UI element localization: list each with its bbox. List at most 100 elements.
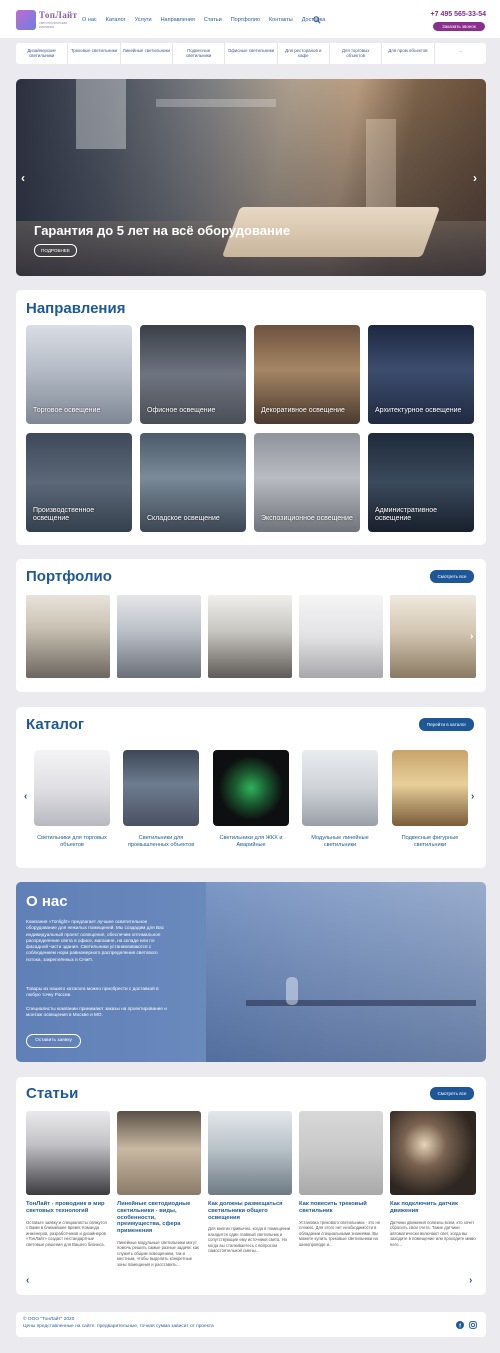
nav-item-about[interactable]: О нас (82, 17, 97, 23)
portfolio-section: Портфолио Смотреть все › (16, 559, 486, 692)
article-title[interactable]: Как подключить датчик движения (390, 1201, 476, 1215)
direction-label: Складское освещение (147, 515, 220, 522)
nav-item-articles[interactable]: Статьи (204, 17, 222, 23)
article-card[interactable]: Как подключить датчик движения Датчики д… (390, 1111, 476, 1247)
catalog-item-industrial[interactable]: Светильники для промышленных объектов (123, 750, 199, 849)
portfolio-image[interactable] (117, 595, 201, 678)
catalog-item-image (213, 750, 289, 826)
catalog-section: Каталог Перейти в каталог ‹ Светильники … (16, 707, 486, 868)
direction-label: Производственное освещение (33, 507, 95, 522)
articles-view-all-button[interactable]: Смотреть все (430, 1087, 474, 1100)
main-nav: О нас Каталог Услуги Направления Статьи … (82, 17, 334, 23)
direction-tile-architectural[interactable]: Архитектурное освещение (368, 325, 474, 424)
logo-text: ТопЛайт (39, 10, 78, 20)
direction-tile-office[interactable]: Офисное освещение (140, 325, 246, 424)
article-card[interactable]: Как повесить трековый светильник Установ… (299, 1111, 383, 1247)
article-card[interactable]: Линейные светодиодные светильники - виды… (117, 1111, 201, 1267)
article-title[interactable]: ТонЛайт - проводник в мир световых техно… (26, 1201, 110, 1215)
about-section: О нас Компания «Tonlight» предлагает луч… (16, 882, 486, 1062)
phone-number[interactable]: +7 495 565-33-54 (431, 11, 486, 18)
hero-slider: Гарантия до 5 лет на всё оборудование ПО… (16, 79, 486, 276)
article-description: Линейные модульные светильники могут пом… (117, 1239, 199, 1267)
article-description: Оставьте заявку и специалисты свяжутся с… (26, 1219, 107, 1247)
directions-title: Направления (26, 300, 126, 317)
direction-label: Архитектурное освещение (375, 407, 462, 414)
article-title[interactable]: Линейные светодиодные светильники - виды… (117, 1201, 201, 1235)
catalog-item-label: Модульные линейные светильники (311, 835, 369, 848)
catalog-item-image (392, 750, 468, 826)
direction-tile-warehouse[interactable]: Складское освещение (140, 433, 246, 532)
category-industrial[interactable]: Для пром объектов (382, 43, 435, 64)
direction-tile-decorative[interactable]: Декоративное освещение (254, 325, 360, 424)
direction-label: Торговое освещение (33, 407, 101, 414)
facebook-icon[interactable]: f (456, 1321, 464, 1329)
articles-prev-icon[interactable]: ‹ (26, 1275, 29, 1286)
catalog-item-modular[interactable]: Модульные линейные светильники (302, 750, 378, 849)
direction-label: Офисное освещение (147, 407, 216, 414)
category-linear[interactable]: Линейные светильники (121, 43, 173, 64)
catalog-item-image (123, 750, 199, 826)
articles-next-icon[interactable]: › (469, 1275, 472, 1286)
about-background-image (206, 882, 486, 1062)
catalog-item-retail[interactable]: Светильники для торговых объектов (34, 750, 110, 849)
direction-tile-industrial[interactable]: Производственное освещение (26, 433, 132, 532)
direction-tile-retail[interactable]: Торговое освещение (26, 325, 132, 424)
hero-more-button[interactable]: ПОДРОБНЕЕ (34, 244, 77, 257)
article-image (26, 1111, 110, 1195)
article-card[interactable]: Как должны размещаться светильники общег… (208, 1111, 292, 1254)
catalog-prev-icon[interactable]: ‹ (24, 791, 27, 802)
nav-item-services[interactable]: Услуги (135, 17, 152, 23)
catalog-item-image (302, 750, 378, 826)
site-footer: © ООО "ТонЛайт" 2020 Цены представленные… (16, 1312, 486, 1337)
direction-label: Экспозиционное освещение (261, 515, 353, 522)
category-bar: Дизайнерские светильники Трековые светил… (16, 43, 486, 64)
vase-icon (286, 977, 298, 1005)
article-card[interactable]: ТонЛайт - проводник в мир световых техно… (26, 1111, 110, 1247)
about-paragraph-1: Компания «Tonlight» предлагает лучшее ос… (26, 919, 165, 962)
category-restaurants[interactable]: Для ресторанов и кафе (278, 43, 330, 64)
slider-next-icon[interactable]: › (473, 171, 477, 185)
direction-tile-administrative[interactable]: Административное освещение (368, 433, 474, 532)
nav-item-catalog[interactable]: Каталог (106, 17, 126, 23)
portfolio-title: Портфолио (26, 568, 112, 585)
slider-prev-icon[interactable]: ‹ (21, 171, 25, 185)
category-designer[interactable]: Дизайнерские светильники (16, 43, 69, 64)
nav-item-directions[interactable]: Направления (161, 17, 195, 23)
portfolio-image[interactable] (208, 595, 292, 678)
search-icon[interactable] (313, 16, 321, 24)
portfolio-view-all-button[interactable]: Смотреть все (430, 570, 474, 583)
direction-tile-exposition[interactable]: Экспозиционное освещение (254, 433, 360, 532)
catalog-item-emergency[interactable]: Светильники для ЖКХ и Аварийные (213, 750, 289, 849)
about-title: О нас (26, 893, 68, 910)
category-track[interactable]: Трековые светильники (68, 43, 121, 64)
category-office[interactable]: Офисные светильники (225, 43, 278, 64)
site-logo[interactable]: ТопЛайт светотехническая компания (16, 10, 78, 30)
category-retail[interactable]: Для торговых объектов (330, 43, 383, 64)
catalog-next-icon[interactable]: › (471, 791, 474, 802)
portfolio-next-icon[interactable]: › (470, 631, 473, 642)
catalog-item-label: Подвесные фигурные светильники (401, 835, 459, 848)
article-title[interactable]: Как должны размещаться светильники общег… (208, 1201, 292, 1221)
article-description: Датчики движения полезны всем, кто хочет… (390, 1219, 476, 1247)
instagram-icon[interactable] (469, 1321, 477, 1329)
catalog-go-button[interactable]: Перейти в каталог (419, 718, 474, 731)
footer-copyright: © ООО "ТонЛайт" 2020 (23, 1317, 75, 1322)
svg-text:f: f (459, 1323, 461, 1329)
portfolio-image[interactable] (390, 595, 476, 678)
call-request-button[interactable]: Заказать звонок (433, 22, 485, 31)
logo-subtitle: светотехническая компания (39, 21, 67, 29)
leave-request-button[interactable]: Оставить заявку (26, 1034, 81, 1048)
article-title[interactable]: Как повесить трековый светильник (299, 1201, 383, 1215)
catalog-item-image (34, 750, 110, 826)
direction-label: Декоративное освещение (261, 407, 345, 414)
portfolio-image[interactable] (26, 595, 110, 678)
category-more[interactable]: ... (435, 43, 486, 64)
category-pendant[interactable]: Подвесные светильники (173, 43, 226, 64)
article-image (390, 1111, 476, 1195)
catalog-item-pendant[interactable]: Подвесные фигурные светильники (392, 750, 468, 849)
nav-item-contacts[interactable]: Контакты (269, 17, 293, 23)
article-image (117, 1111, 201, 1195)
portfolio-image[interactable] (299, 595, 383, 678)
article-description: Для многих привычно, когда в помещении н… (208, 1226, 291, 1254)
nav-item-portfolio[interactable]: Портфолио (231, 17, 260, 23)
